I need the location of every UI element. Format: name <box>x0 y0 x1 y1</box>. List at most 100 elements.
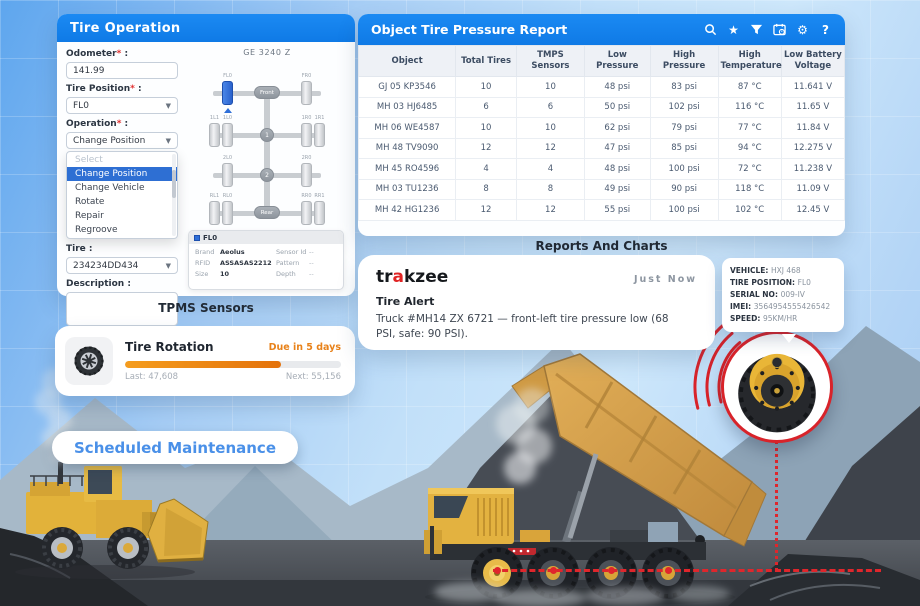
scheduled-maintenance-button[interactable]: Scheduled Maintenance <box>52 431 298 464</box>
table-cell: 12.45 V <box>781 200 844 221</box>
axle-diagram: GE 3240 Z FrontFL0FR011L11L01R01R122L02R… <box>183 48 351 226</box>
favorite-star-icon[interactable]: ★ <box>727 23 740 37</box>
tire-rotation-card: Tire Rotation Due in 5 days Last: 47,608… <box>55 326 355 396</box>
tire-rr0[interactable] <box>301 201 312 225</box>
tire-sensor-zoom-bubble <box>721 331 833 443</box>
table-cell: 85 psi <box>650 138 718 159</box>
tire-info-value: Aeolus <box>220 248 276 256</box>
schedule-icon[interactable] <box>773 23 786 37</box>
rotation-due-badge: Due in 5 days <box>269 342 341 353</box>
tire-fr0[interactable] <box>301 81 312 105</box>
operation-option[interactable]: Select <box>67 153 177 167</box>
table-cell: 87 °C <box>718 77 781 98</box>
help-icon[interactable]: ? <box>819 23 832 37</box>
tire-position-label: RL0 <box>220 193 236 199</box>
tire-rr1[interactable] <box>314 201 325 225</box>
table-cell: 83 psi <box>650 77 718 98</box>
chevron-down-icon: ▼ <box>166 102 171 110</box>
table-cell: 47 psi <box>584 138 650 159</box>
tire-1l1[interactable] <box>209 123 220 147</box>
tire-info-label: Brand <box>195 248 220 256</box>
vehicle-info-row: TIRE POSITION: FL0 <box>730 277 836 289</box>
tire-2r0[interactable] <box>301 163 312 187</box>
tire-1r0[interactable] <box>301 123 312 147</box>
zoomed-tire-icon <box>724 334 830 440</box>
tire-1r1[interactable] <box>314 123 325 147</box>
table-row[interactable]: GJ 05 KP3546101048 psi83 psi87 °C11.641 … <box>359 77 845 98</box>
table-cell: 90 psi <box>650 179 718 200</box>
table-cell: 11.65 V <box>781 97 844 118</box>
table-cell: 77 °C <box>718 118 781 139</box>
odometer-input[interactable]: 141.99 <box>66 62 178 79</box>
table-row[interactable]: MH 45 RO45964448 psi100 psi72 °C11.238 V <box>359 159 845 180</box>
table-cell: 10 <box>516 77 584 98</box>
tire-info-label: RFID <box>195 259 220 267</box>
table-cell: 4 <box>456 159 517 180</box>
tire-position-label: 2L0 <box>220 155 236 161</box>
tire-rl0[interactable] <box>222 201 233 225</box>
table-row[interactable]: MH 03 HJ64856650 psi102 psi116 °C11.65 V <box>359 97 845 118</box>
search-icon[interactable] <box>704 23 717 37</box>
column-header: Total Tires <box>456 46 517 77</box>
table-cell: 94 °C <box>718 138 781 159</box>
tire-position-label: RR1 <box>312 193 328 199</box>
table-cell: 12 <box>516 200 584 221</box>
tire-info-value: -- <box>309 270 337 278</box>
selected-tire-pointer-icon <box>224 108 232 113</box>
tire-rl1[interactable] <box>209 201 220 225</box>
column-header: Low Pressure <box>584 46 650 77</box>
operation-option[interactable]: Repair <box>67 209 177 223</box>
table-cell: 12 <box>456 200 517 221</box>
tire-info-value: ASSASAS2212 <box>220 259 276 267</box>
table-row[interactable]: MH 03 TU12368849 psi90 psi118 °C11.09 V <box>359 179 845 200</box>
dropdown-scrollbar[interactable] <box>172 154 176 236</box>
tire-info-label: Sensor Id <box>276 248 309 256</box>
tire-position-swatch-icon <box>194 235 200 241</box>
notification-title: Tire Alert <box>376 295 697 308</box>
vehicle-info-row: IMEI: 3564954555426542 <box>730 301 836 313</box>
tire-info-label: Depth <box>276 270 309 278</box>
tire-info-value: -- <box>309 248 337 256</box>
operation-option[interactable]: Rotate <box>67 195 177 209</box>
table-cell: 102 °C <box>718 200 781 221</box>
chevron-down-icon: ▼ <box>166 137 171 145</box>
tire-2l0[interactable] <box>222 163 233 187</box>
odometer-label: Odometer* : <box>66 49 178 59</box>
table-row[interactable]: MH 48 TV9090121247 psi85 psi94 °C12.275 … <box>359 138 845 159</box>
table-cell: MH 45 RO4596 <box>359 159 456 180</box>
axle-node: 2 <box>260 168 274 182</box>
description-label: Description : <box>66 279 178 289</box>
table-cell: 10 <box>456 77 517 98</box>
table-cell: MH 42 HG1236 <box>359 200 456 221</box>
chevron-down-icon: ▼ <box>166 262 171 270</box>
operation-option[interactable]: Change Position <box>67 167 177 181</box>
tire-operation-header: Tire Operation <box>57 14 355 42</box>
table-cell: 49 psi <box>584 179 650 200</box>
operation-option[interactable]: Regroove <box>67 223 177 237</box>
wheel-marker-dot <box>665 567 672 574</box>
table-row[interactable]: MH 42 HG1236121255 psi100 psi102 °C12.45… <box>359 200 845 221</box>
tire-info-value: 10 <box>220 270 276 278</box>
column-header: Object <box>359 46 456 77</box>
tire-position-select[interactable]: FL0▼ <box>66 97 178 114</box>
table-cell: 118 °C <box>718 179 781 200</box>
column-header: High Pressure <box>650 46 718 77</box>
settings-gear-icon[interactable]: ⚙ <box>796 23 809 37</box>
table-row[interactable]: MH 06 WE4587101062 psi79 psi77 °C11.84 V <box>359 118 845 139</box>
tpms-sensors-label: TPMS Sensors <box>57 301 355 315</box>
tire-fl0[interactable] <box>222 81 233 105</box>
table-cell: 6 <box>456 97 517 118</box>
table-cell: 11.09 V <box>781 179 844 200</box>
tire-select[interactable]: 234234DD434▼ <box>66 257 178 274</box>
operation-select[interactable]: Change Position▼ <box>66 132 178 149</box>
vehicle-info-row: SERIAL NO: 009-IV <box>730 289 836 301</box>
table-cell: 8 <box>516 179 584 200</box>
tire-alert-notification[interactable]: trakzee Just Now Tire Alert Truck #MH14 … <box>358 255 715 350</box>
tire-position-label: 1R1 <box>312 115 328 121</box>
filter-icon[interactable] <box>750 23 763 37</box>
table-cell: 11.238 V <box>781 159 844 180</box>
table-cell: 100 psi <box>650 159 718 180</box>
operation-option[interactable]: Change Vehicle <box>67 181 177 195</box>
table-cell: 6 <box>516 97 584 118</box>
tire-1l0[interactable] <box>222 123 233 147</box>
